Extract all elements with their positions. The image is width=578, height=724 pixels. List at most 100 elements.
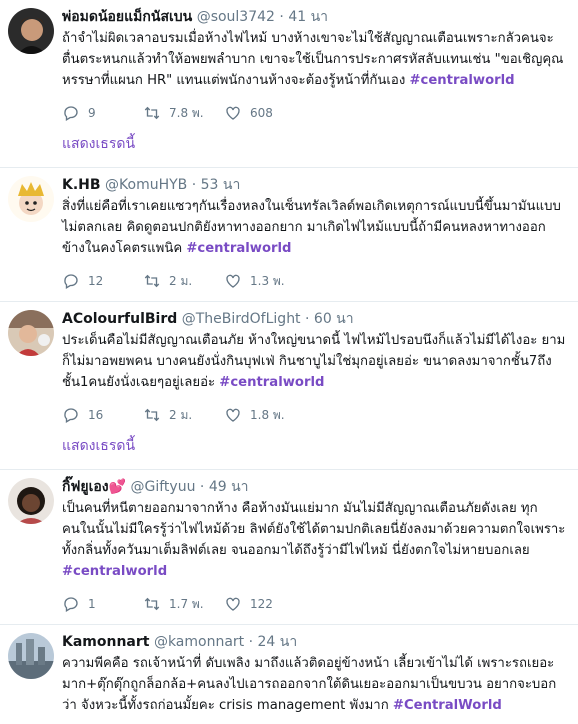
tweet-line: ข้างในคงโคตรแพนิค #centralworld <box>62 238 568 259</box>
display-name[interactable]: กิ๊ฟยูเอง <box>62 479 109 495</box>
reply-count: 9 <box>88 106 96 120</box>
retweet-icon <box>144 106 160 120</box>
user-handle[interactable]: @KomuHYB <box>105 177 187 193</box>
reply-icon <box>64 274 78 289</box>
tweet-line-text: ข้างในคงโคตรแพนิค <box>62 241 183 256</box>
hashtag-link[interactable]: #centralworld <box>62 564 167 579</box>
display-name[interactable]: Kamonnart <box>62 634 149 650</box>
tweet-line: คนในนั้นไม่มีใครรู้ว่าไฟไหม้ด้วย ลิฟต์ยั… <box>62 522 566 537</box>
tweet-actions: 1 1.7 พ. 122 <box>62 590 568 618</box>
tweet-line: มาก+ตุ๊กตุ๊กถูกล็อกล้อ+คนลงไปเอารถออกจาก… <box>62 677 557 692</box>
user-handle[interactable]: @TheBirdOfLight <box>182 311 301 327</box>
tweet-text: ความพีคคือ รถเจ้าหน้าที่ ดับเพลิง มาถึงแ… <box>62 653 568 716</box>
retweet-button[interactable]: 1.7 พ. <box>143 595 224 614</box>
like-button[interactable]: 1.8 พ. <box>224 406 305 425</box>
retweet-count: 2 ม. <box>169 273 193 288</box>
retweet-count: 7.8 พ. <box>169 105 204 120</box>
reply-count: 16 <box>88 408 104 422</box>
display-name[interactable]: พ่อมดน้อยแม็กนัสเบน <box>62 9 192 25</box>
tweet-actions: 12 2 ม. 1.3 พ. <box>62 267 568 295</box>
heart-icon <box>226 106 240 120</box>
hashtag-link[interactable]: #centralworld <box>409 73 514 88</box>
retweet-count: 1.7 พ. <box>169 596 204 611</box>
tweet-line-text: หรรษาที่แผนก HR" แทนแต่พนักงานห้างจะต้อง… <box>62 73 406 88</box>
heart-icon <box>226 408 240 422</box>
reply-icon <box>64 408 78 423</box>
tweet[interactable]: Kamonnart @kamonnart · 24 นา ความพีคคือ … <box>0 625 578 724</box>
timestamp[interactable]: 49 นา <box>209 479 249 495</box>
reply-button[interactable]: 1 <box>62 595 143 613</box>
retweet-icon <box>144 597 160 611</box>
tweet-line: ว่า จังหวะนี้ทั้งรถก่อนมั้ยคะ crisis man… <box>62 695 568 716</box>
tweet-header: กิ๊ฟยูเอง💕 @Giftyuu · 49 นา <box>62 478 568 496</box>
like-button[interactable]: 122 <box>224 595 305 613</box>
tweet[interactable]: พ่อมดน้อยแม็กนัสเบน @soul3742 · 41 นา ถ้… <box>0 0 578 168</box>
like-button[interactable]: 608 <box>224 104 305 122</box>
user-handle[interactable]: @soul3742 <box>197 9 275 25</box>
like-button[interactable]: 1.3 พ. <box>224 272 305 291</box>
separator-dot: · <box>199 479 205 495</box>
tweet-line: ชั้น1คนยังนั่งเฉยๆอยู่เลยอ่ะ #centralwor… <box>62 372 568 393</box>
avatar[interactable] <box>8 478 54 524</box>
timeline: พ่อมดน้อยแม็กนัสเบน @soul3742 · 41 นา ถ้… <box>0 0 578 724</box>
retweet-count: 2 ม. <box>169 407 193 422</box>
tweet-text: ถ้าจำไม่ผิดเวลาอบรมเมื่อห้างไฟไหม้ บางห้… <box>62 28 568 91</box>
display-name[interactable]: K.HB <box>62 177 101 193</box>
tweet-header: พ่อมดน้อยแม็กนัสเบน @soul3742 · 41 นา <box>62 8 568 26</box>
avatar[interactable] <box>8 8 54 54</box>
retweet-icon <box>144 408 160 422</box>
avatar[interactable] <box>8 633 54 679</box>
like-count: 1.3 พ. <box>250 273 285 288</box>
tweet-text: สิ่งที่แย่คือที่เราเคยแซวๆกันเรื่องหลงใน… <box>62 196 568 259</box>
tweet-header: K.HB @KomuHYB · 53 นา <box>62 176 568 194</box>
tweet-actions: 9 7.8 พ. 608 <box>62 99 568 127</box>
reply-count: 12 <box>88 274 104 288</box>
tweet[interactable]: กิ๊ฟยูเอง💕 @Giftyuu · 49 นา เป็นคนที่หนี… <box>0 470 578 625</box>
reply-button[interactable]: 16 <box>62 406 143 424</box>
show-thread-link[interactable]: แสดงเธรดนี้ <box>62 133 568 167</box>
tweet-line: ความพีคคือ รถเจ้าหน้าที่ ดับเพลิง มาถึงแ… <box>62 656 555 671</box>
hashtag-link[interactable]: #centralworld <box>219 375 324 390</box>
tweet-line: ประเด็นคือไม่มีสัญญาณเตือนภัย ห้างใหญ่ขน… <box>62 333 566 348</box>
like-count: 608 <box>250 106 273 120</box>
user-handle[interactable]: @Giftyuu <box>131 479 196 495</box>
display-name[interactable]: AColourfulBird <box>62 311 177 327</box>
reply-icon <box>64 106 78 121</box>
show-thread-link[interactable]: แสดงเธรดนี้ <box>62 435 568 469</box>
user-handle[interactable]: @kamonnart <box>154 634 244 650</box>
hashtag-link[interactable]: #centralworld <box>186 241 291 256</box>
tweet[interactable]: K.HB @KomuHYB · 53 นา สิ่งที่แย่คือที่เร… <box>0 168 578 302</box>
heart-icon <box>226 274 240 288</box>
separator-dot: · <box>191 177 197 193</box>
tweet[interactable]: AColourfulBird @TheBirdOfLight · 60 นา ป… <box>0 302 578 470</box>
hashtag-link[interactable]: #CentralWorld <box>393 698 502 713</box>
reply-icon <box>64 597 78 612</box>
tweet-line: ไม่ตลกเลย คิดดูตอนปกติยังหาทางออกยาก มาเ… <box>62 220 546 235</box>
tweet-line: เป็นคนที่หนีตายออกมาจากห้าง คือห้างมันแย… <box>62 501 538 516</box>
heart-icon <box>226 597 240 611</box>
timestamp[interactable]: 24 นา <box>258 634 298 650</box>
tweet-text: ประเด็นคือไม่มีสัญญาณเตือนภัย ห้างใหญ่ขน… <box>62 330 568 393</box>
tweet-header: AColourfulBird @TheBirdOfLight · 60 นา <box>62 310 568 328</box>
retweet-button[interactable]: 7.8 พ. <box>143 104 224 123</box>
reply-button[interactable]: 12 <box>62 272 143 290</box>
tweet-line: สิ่งที่แย่คือที่เราเคยแซวๆกันเรื่องหลงใน… <box>62 199 561 214</box>
timestamp[interactable]: 53 นา <box>201 177 241 193</box>
like-count: 1.8 พ. <box>250 407 285 422</box>
separator-dot: · <box>279 9 284 25</box>
like-count: 122 <box>250 597 273 611</box>
avatar[interactable] <box>8 176 54 222</box>
retweet-button[interactable]: 2 ม. <box>143 406 224 425</box>
tweet-text: เป็นคนที่หนีตายออกมาจากห้าง คือห้างมันแย… <box>62 498 568 582</box>
retweet-button[interactable]: 2 ม. <box>143 272 224 291</box>
tweet-line: ตื่นตระหนกแล้วทำให้อพยพลำบาก เขาจะใช้เป็… <box>62 52 564 67</box>
tweet-header: Kamonnart @kamonnart · 24 นา <box>62 633 568 651</box>
tweet-line: หรรษาที่แผนก HR" แทนแต่พนักงานห้างจะต้อง… <box>62 70 568 91</box>
reply-button[interactable]: 9 <box>62 104 143 122</box>
reply-count: 1 <box>88 597 96 611</box>
timestamp[interactable]: 41 นา <box>288 9 328 25</box>
tweet-line: ก็ไม่มาอพยพคน บางคนยังนั่งกินบุฟเฟ่ กินช… <box>62 354 552 369</box>
timestamp[interactable]: 60 นา <box>314 311 354 327</box>
avatar[interactable] <box>8 310 54 356</box>
retweet-icon <box>144 274 160 288</box>
